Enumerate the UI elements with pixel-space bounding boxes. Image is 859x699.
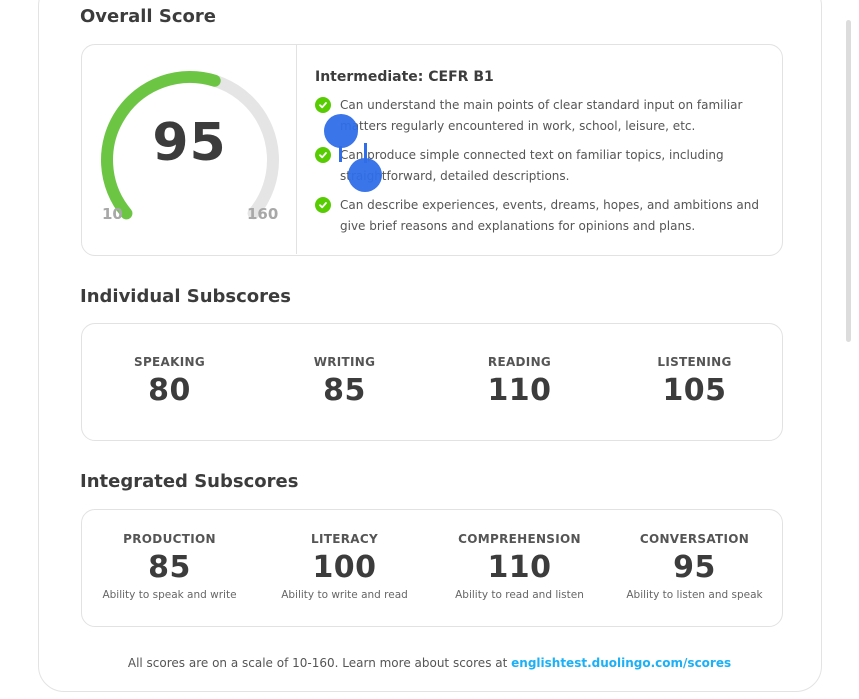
subscore-value: 80 — [148, 373, 191, 408]
description-item: Can produce simple connected text on fam… — [315, 145, 765, 186]
subscore-description: Ability to listen and speak — [626, 589, 763, 601]
scores-info-link[interactable]: englishtest.duolingo.com/scores — [511, 656, 731, 670]
subscore-label: PRODUCTION — [123, 532, 216, 546]
subscore-listening: LISTENING 105 — [607, 324, 782, 440]
subscore-label: READING — [487, 355, 552, 369]
subscore-value: 110 — [487, 550, 552, 585]
subscore-description: Ability to write and read — [281, 589, 408, 601]
cefr-level: Intermediate: CEFR B1 — [315, 69, 494, 85]
subscore-label: LISTENING — [657, 355, 732, 369]
subscore-value: 100 — [312, 550, 377, 585]
subscore-description: Ability to speak and write — [102, 589, 237, 601]
integrated-subscores-box: PRODUCTION 85 Ability to speak and write… — [81, 509, 783, 627]
overall-score-box: 95 10 160 Intermediate: CEFR B1 Can unde… — [81, 44, 783, 256]
subscore-label: SPEAKING — [134, 355, 205, 369]
individual-subscores-box: SPEAKING 80 WRITING 85 READING 110 LISTE… — [81, 323, 783, 441]
subscore-label: COMPREHENSION — [458, 532, 581, 546]
subscore-reading: READING 110 — [432, 324, 607, 440]
description-item: Can describe experiences, events, dreams… — [315, 195, 765, 236]
subscore-speaking: SPEAKING 80 — [82, 324, 257, 440]
check-icon — [315, 147, 331, 163]
subscore-value: 110 — [487, 373, 552, 408]
subscore-conversation: CONVERSATION 95 Ability to listen and sp… — [607, 510, 782, 626]
subscore-label: CONVERSATION — [639, 532, 750, 546]
description-text: Can describe experiences, events, dreams… — [340, 198, 759, 233]
subscore-label: WRITING — [313, 355, 376, 369]
subscore-value: 95 — [673, 550, 716, 585]
selection-start-stem — [339, 146, 342, 162]
overall-score-heading: Overall Score — [80, 6, 216, 27]
subscore-comprehension: COMPREHENSION 110 Ability to read and li… — [432, 510, 607, 626]
scale-note-text: All scores are on a scale of 10-160. Lea… — [127, 656, 512, 670]
subscore-description: Ability to read and listen — [455, 589, 584, 601]
subscore-label: LITERACY — [311, 532, 378, 546]
description-text: Can understand the main points of clear … — [340, 98, 743, 133]
description-item: Can understand the main points of clear … — [315, 95, 765, 136]
individual-subscores-heading: Individual Subscores — [80, 286, 291, 307]
gauge-min-label: 10 — [102, 205, 123, 223]
check-icon — [315, 97, 331, 113]
gauge-max-label: 160 — [247, 205, 279, 223]
subscore-value: 85 — [323, 373, 366, 408]
level-descriptions: Can understand the main points of clear … — [315, 95, 765, 245]
subscore-literacy: LITERACY 100 Ability to write and read — [257, 510, 432, 626]
subscore-writing: WRITING 85 — [257, 324, 432, 440]
selection-end-handle[interactable] — [348, 158, 382, 192]
description-text: Can produce simple connected text on fam… — [340, 148, 724, 183]
scale-note: All scores are on a scale of 10-160. Lea… — [0, 656, 859, 670]
overall-score-value: 95 — [152, 113, 227, 173]
integrated-subscores-heading: Integrated Subscores — [80, 471, 299, 492]
score-gauge: 95 10 160 — [82, 45, 297, 254]
check-icon — [315, 197, 331, 213]
subscore-value: 105 — [662, 373, 727, 408]
subscore-production: PRODUCTION 85 Ability to speak and write — [82, 510, 257, 626]
scrollbar[interactable] — [846, 20, 851, 342]
subscore-value: 85 — [148, 550, 191, 585]
selection-start-handle[interactable] — [324, 114, 358, 148]
